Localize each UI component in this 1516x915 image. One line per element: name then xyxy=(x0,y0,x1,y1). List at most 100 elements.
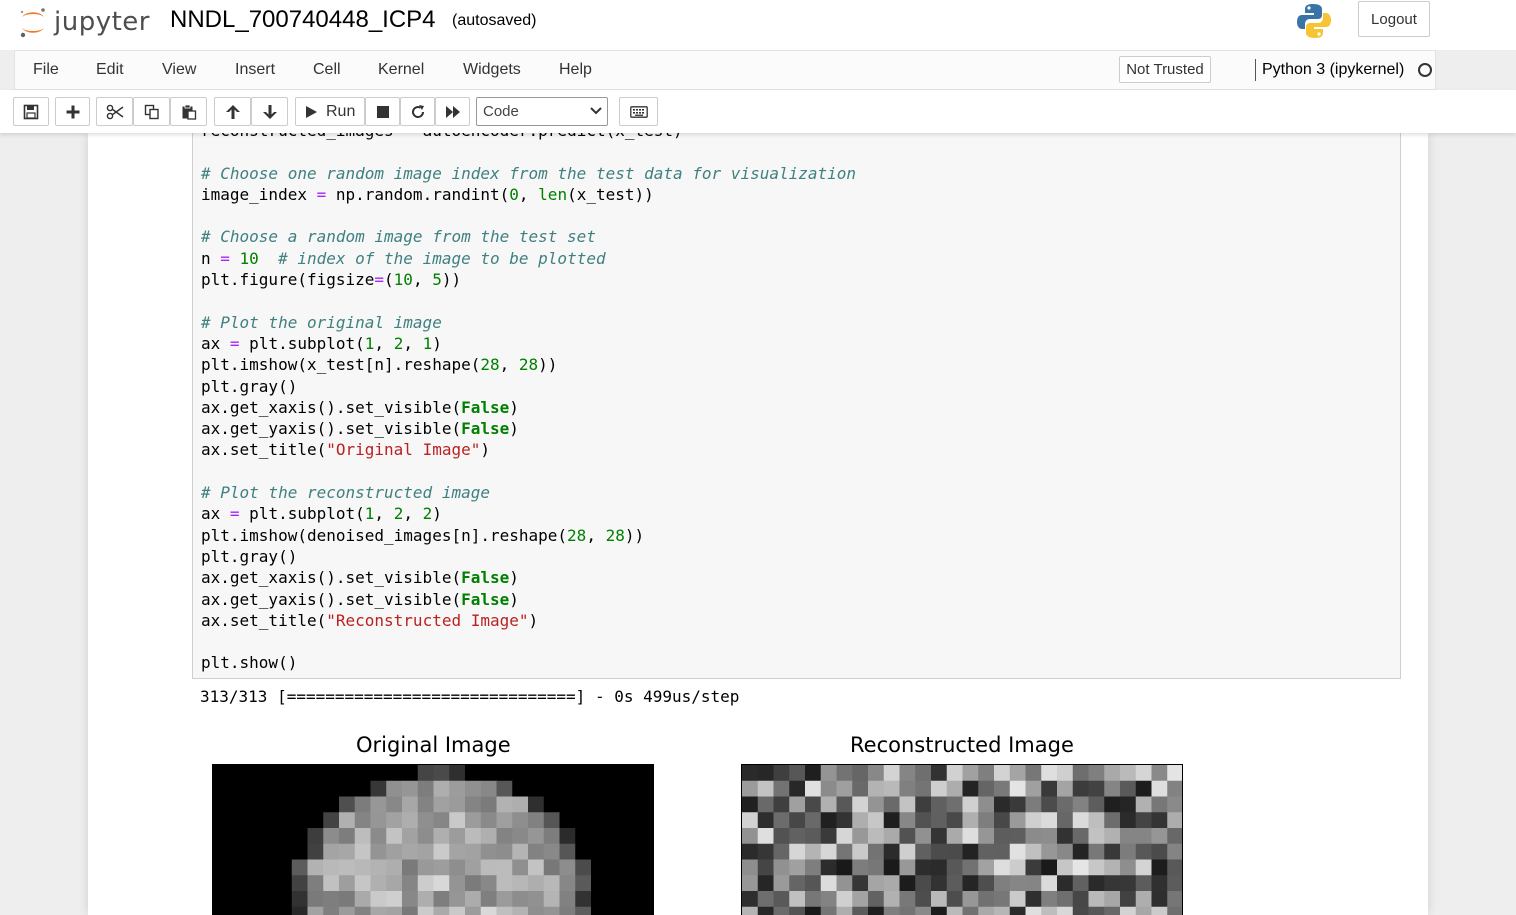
move-up-button[interactable] xyxy=(214,97,251,126)
menu-help[interactable]: Help xyxy=(559,61,592,79)
command-palette-button[interactable] xyxy=(619,97,658,126)
menu-view[interactable]: View xyxy=(162,61,196,79)
cut-button[interactable] xyxy=(96,97,133,126)
pixel xyxy=(1120,843,1137,860)
pixel xyxy=(449,796,466,813)
pixel xyxy=(291,875,308,892)
pixel xyxy=(994,796,1011,813)
pixel xyxy=(1025,891,1042,908)
pixel xyxy=(868,796,885,813)
pixel xyxy=(931,796,948,813)
pixel xyxy=(1167,891,1182,908)
pixel xyxy=(805,765,822,782)
pixel xyxy=(465,796,482,813)
pixel xyxy=(591,765,608,782)
pixel xyxy=(543,796,560,813)
pixel xyxy=(244,828,261,845)
pixel xyxy=(915,859,932,876)
pixel xyxy=(354,828,371,845)
pixel xyxy=(757,812,774,829)
pixel xyxy=(962,828,979,845)
pixel xyxy=(339,859,356,876)
pixel xyxy=(354,906,371,915)
menu-edit[interactable]: Edit xyxy=(96,61,124,79)
pixel xyxy=(915,796,932,813)
pixel xyxy=(323,828,340,845)
pixel xyxy=(417,906,434,915)
pixel xyxy=(260,843,277,860)
pixel xyxy=(465,906,482,915)
pixel xyxy=(575,859,592,876)
pixel xyxy=(915,780,932,797)
pixel xyxy=(1072,906,1089,915)
pixel xyxy=(417,843,434,860)
pixel xyxy=(228,875,245,892)
pixel xyxy=(1072,891,1089,908)
pixel xyxy=(638,765,653,782)
pixel xyxy=(339,765,356,782)
not-trusted-button[interactable]: Not Trusted xyxy=(1119,56,1211,83)
pixel xyxy=(244,780,261,797)
pixel xyxy=(757,828,774,845)
kernel-name[interactable]: Python 3 (ipykernel) xyxy=(1262,61,1404,79)
pixel xyxy=(402,765,419,782)
reconstructed-image-pixels xyxy=(742,765,1182,915)
insert-cell-button[interactable] xyxy=(55,97,90,126)
pixel xyxy=(1104,859,1121,876)
menu-file[interactable]: File xyxy=(33,61,59,79)
pixel xyxy=(323,796,340,813)
pixel xyxy=(528,891,545,908)
pixel xyxy=(244,891,261,908)
pixel xyxy=(449,843,466,860)
pixel xyxy=(433,765,450,782)
copy-icon xyxy=(144,104,159,119)
move-down-button[interactable] xyxy=(251,97,288,126)
pixel xyxy=(1041,812,1058,829)
pixel xyxy=(1009,796,1026,813)
save-button[interactable] xyxy=(13,97,49,126)
restart-button[interactable] xyxy=(400,97,435,126)
run-button[interactable]: Run xyxy=(295,97,365,126)
pixel xyxy=(1120,875,1137,892)
pixel xyxy=(931,859,948,876)
pixel xyxy=(978,828,995,845)
copy-button[interactable] xyxy=(133,97,170,126)
pixel xyxy=(946,780,963,797)
pixel xyxy=(512,765,529,782)
pixel xyxy=(213,765,230,782)
menu-insert[interactable]: Insert xyxy=(235,61,275,79)
notebook-area: reconstructed_images = autoencoder.predi… xyxy=(0,133,1516,915)
cell-type-select[interactable]: Code xyxy=(476,97,608,126)
pixel xyxy=(742,875,759,892)
pixel xyxy=(606,780,623,797)
pixel xyxy=(638,828,653,845)
pixel xyxy=(773,812,790,829)
paste-button[interactable] xyxy=(170,97,207,126)
pixel xyxy=(323,891,340,908)
pixel xyxy=(1135,780,1152,797)
menu-cell[interactable]: Cell xyxy=(313,61,341,79)
pixel xyxy=(1057,859,1074,876)
pixel xyxy=(622,891,639,908)
restart-run-all-button[interactable] xyxy=(435,97,470,126)
code-cell-input[interactable]: reconstructed_images = autoencoder.predi… xyxy=(192,133,1401,679)
jupyter-logo[interactable]: jupyter xyxy=(18,4,150,40)
pixel xyxy=(386,843,403,860)
pixel xyxy=(978,875,995,892)
interrupt-button[interactable] xyxy=(365,97,400,126)
plot-title-original: Original Image xyxy=(356,733,511,757)
pixel xyxy=(449,828,466,845)
pixel xyxy=(528,859,545,876)
logout-button[interactable]: Logout xyxy=(1358,1,1430,37)
reconstructed-image-plot xyxy=(741,764,1183,915)
pixel xyxy=(213,780,230,797)
pixel xyxy=(1135,765,1152,782)
menu-widgets[interactable]: Widgets xyxy=(463,61,521,79)
pixel xyxy=(836,796,853,813)
menu-kernel[interactable]: Kernel xyxy=(378,61,424,79)
code-editor[interactable]: reconstructed_images = autoencoder.predi… xyxy=(201,133,856,674)
pixel xyxy=(291,906,308,915)
pixel xyxy=(370,812,387,829)
pixel xyxy=(1104,828,1121,845)
notebook-name[interactable]: NNDL_700740448_ICP4 xyxy=(170,6,436,34)
